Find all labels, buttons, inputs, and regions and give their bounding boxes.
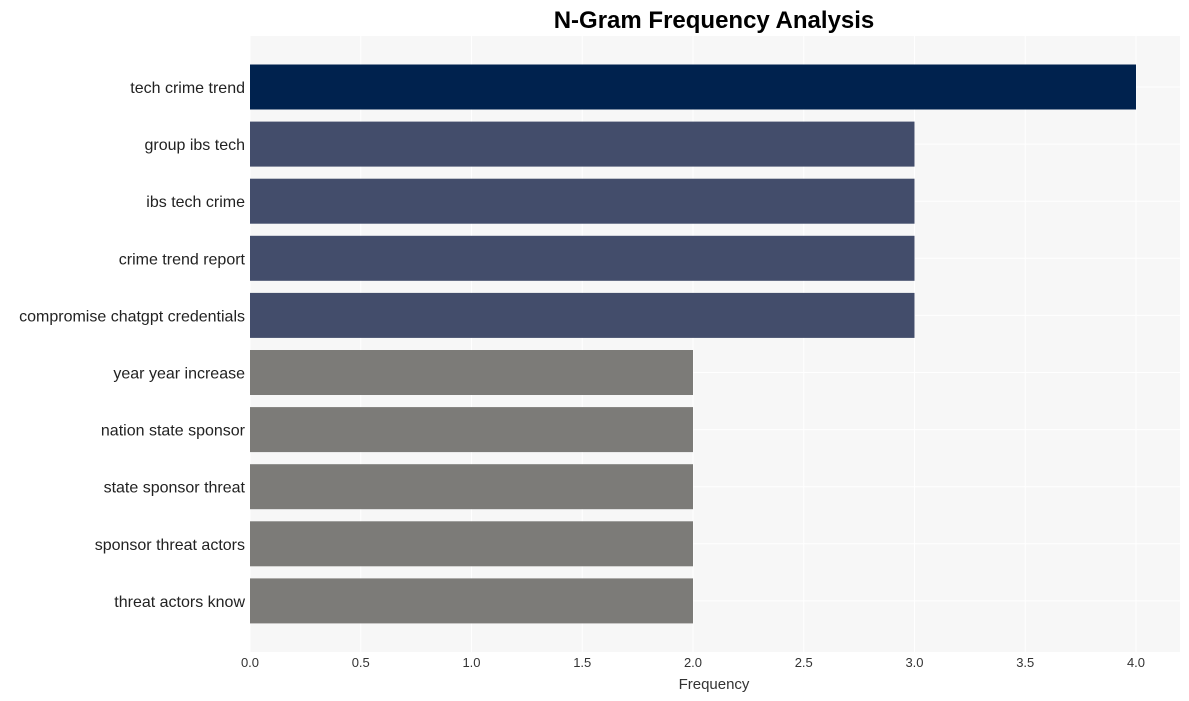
ngram-bar-chart: tech crime trend group ibs tech ibs tech c… xyxy=(19,7,1180,693)
x-tick-label: 3.0 xyxy=(905,655,923,670)
x-tick-label: 1.5 xyxy=(573,655,591,670)
y-tick-label: state sponsor threat xyxy=(104,480,246,497)
y-tick-label: year year increase xyxy=(113,366,245,383)
x-axis-title: Frequency xyxy=(679,676,750,693)
y-tick-label: sponsor threat actors xyxy=(95,537,245,554)
x-tick-label: 0.0 xyxy=(241,655,259,670)
x-tick-label: 3.5 xyxy=(1016,655,1034,670)
y-tick-label: group ibs tech xyxy=(144,137,245,154)
bar-sponsor-threat-actors xyxy=(250,521,693,567)
bar-nation-state-sponsor xyxy=(250,407,693,453)
bar-compromise-chatgpt-credentials xyxy=(250,292,915,338)
y-tick-label: threat actors know xyxy=(114,594,245,611)
y-axis-labels: tech crime trend group ibs tech ibs tech c… xyxy=(19,80,246,611)
bar-year-year-increase xyxy=(250,350,693,395)
x-tick-label: 2.5 xyxy=(795,655,813,670)
x-tick-label: 0.5 xyxy=(352,655,370,670)
x-axis-ticks: 0.0 0.5 1.0 1.5 2.0 2.5 3.0 3.5 4.0 xyxy=(241,655,1145,670)
bar-threat-actors-know xyxy=(250,578,693,624)
bar-tech-crime-trend xyxy=(250,64,1136,110)
x-tick-label: 4.0 xyxy=(1127,655,1145,670)
bar-state-sponsor-threat xyxy=(250,464,693,510)
y-tick-label: tech crime trend xyxy=(130,80,245,97)
y-tick-label: compromise chatgpt credentials xyxy=(19,308,245,325)
y-tick-label: crime trend report xyxy=(119,251,246,268)
bar-group-ibs-tech xyxy=(250,121,915,167)
y-tick-label: nation state sponsor xyxy=(101,423,246,440)
x-tick-label: 2.0 xyxy=(684,655,702,670)
y-tick-label: ibs tech crime xyxy=(146,194,245,211)
bar-crime-trend-report xyxy=(250,235,915,281)
x-tick-label: 1.0 xyxy=(462,655,480,670)
chart-title: N-Gram Frequency Analysis xyxy=(554,7,875,34)
bar-ibs-tech-crime xyxy=(250,178,915,224)
